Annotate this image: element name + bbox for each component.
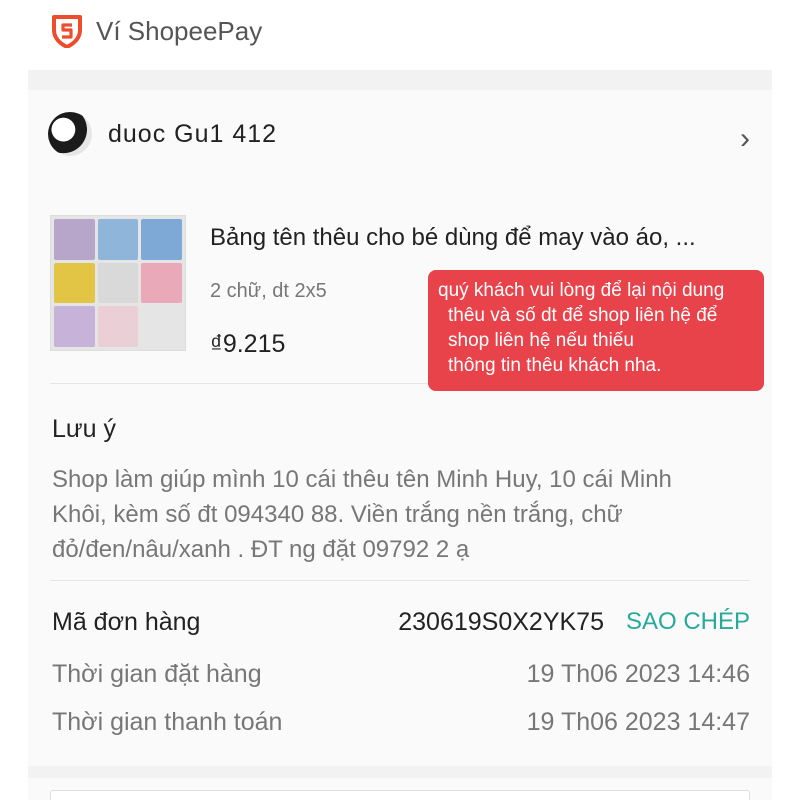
shop-name: duoc Gu1 412 (108, 120, 278, 148)
note-line: đỏ/đen/nâu/xanh . ĐT ng đặt 09792 2 ạ (52, 536, 470, 563)
product-title: Bảng tên thêu cho bé dùng để may vào áo,… (210, 224, 696, 251)
note-text: Shop làm giúp mình 10 cái thêu tên Minh … (52, 462, 752, 567)
copy-button[interactable]: SAO CHÉP (626, 608, 750, 636)
shop-avatar (48, 112, 92, 156)
page-title: Ví ShopeePay (96, 16, 263, 46)
payment-time-label: Thời gian thanh toán (52, 708, 283, 736)
shop-row[interactable]: duoc Gu1 412 › (28, 90, 772, 185)
product-variant: 2 chữ, dt 2x5 (210, 280, 327, 302)
order-id-row: Mã đơn hàng 230619S0X2YK75 SAO CHÉP (52, 608, 750, 644)
overlay-line: shop liên hệ nếu thiếu (448, 330, 634, 351)
product-price: ₫9.215 (210, 330, 286, 358)
top-bar: Ví ShopeePay (0, 0, 800, 66)
note-line: Khôi, kèm số đt 094340 88. Viền trắng nề… (52, 501, 623, 528)
payment-time-value: 19 Th06 2023 14:47 (526, 708, 750, 736)
bottom-button[interactable] (50, 790, 750, 800)
product-thumbnail (50, 215, 186, 351)
shopeepay-shield-icon (52, 15, 82, 48)
chevron-right-icon[interactable]: › (740, 122, 750, 156)
payment-time-row: Thời gian thanh toán 19 Th06 2023 14:47 (52, 708, 750, 744)
order-card: duoc Gu1 412 › Bảng tên thêu cho bé dùng… (28, 90, 772, 800)
note-line: Shop làm giúp mình 10 cái thêu tên Minh … (52, 466, 672, 493)
section-gap (28, 70, 772, 90)
overlay-line: thông tin thêu khách nha. (448, 355, 662, 376)
section-gap (28, 766, 772, 778)
overlay-note-bubble: quý khách vui lòng để lại nội dung thêu … (428, 270, 764, 391)
right-margin (772, 90, 800, 800)
order-time-value: 19 Th06 2023 14:46 (526, 660, 750, 688)
overlay-line: quý khách vui lòng để lại nội dung (438, 280, 725, 301)
divider (50, 580, 750, 581)
order-time-label: Thời gian đặt hàng (52, 660, 262, 688)
overlay-line: thêu và số dt để shop liên hệ để (448, 305, 718, 326)
left-margin (0, 90, 28, 800)
order-id-value: 230619S0X2YK75 (398, 608, 604, 636)
order-id-label: Mã đơn hàng (52, 608, 201, 636)
note-label: Lưu ý (52, 415, 116, 443)
order-time-row: Thời gian đặt hàng 19 Th06 2023 14:46 (52, 660, 750, 696)
